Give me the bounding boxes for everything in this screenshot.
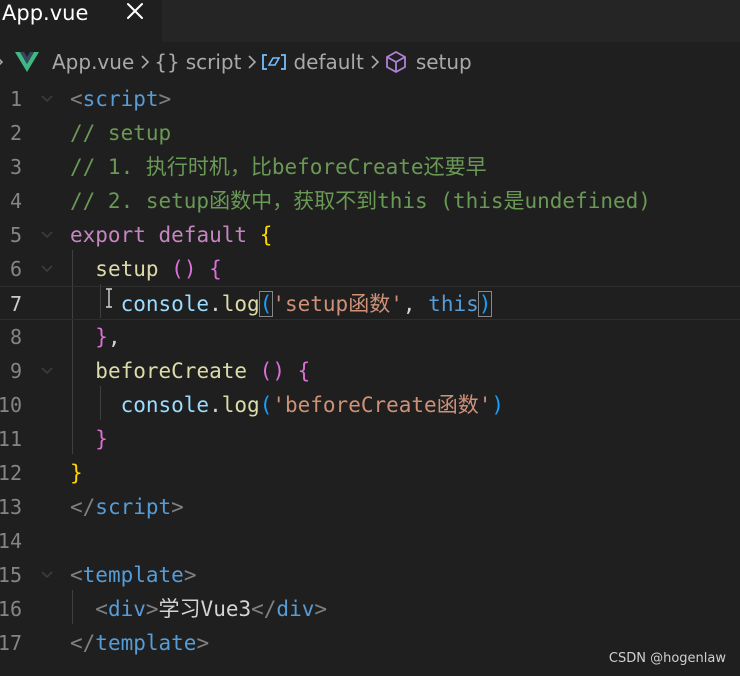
breadcrumb: App.vue {} script default setup bbox=[0, 42, 740, 82]
fold-chevron-icon[interactable] bbox=[40, 92, 54, 106]
vue-logo-icon bbox=[15, 52, 39, 72]
chevron-right-icon bbox=[140, 53, 150, 71]
line-number: 9 bbox=[9, 359, 22, 383]
code-line: 2 // setup bbox=[0, 116, 740, 150]
line-number: 13 bbox=[0, 495, 22, 519]
code-line: 5 export default { bbox=[0, 218, 740, 252]
line-number: 2 bbox=[9, 121, 22, 145]
line-number: 16 bbox=[0, 597, 22, 621]
line-number: 5 bbox=[9, 223, 22, 247]
line-number: 14 bbox=[0, 529, 22, 553]
code-line: 9 beforeCreate () { bbox=[0, 354, 740, 388]
code-text: }, bbox=[95, 325, 121, 349]
line-number: 15 bbox=[0, 563, 22, 587]
code-text: export default { bbox=[70, 223, 273, 247]
tab-title: App.vue bbox=[2, 1, 89, 25]
chevron-right-icon bbox=[247, 53, 257, 71]
code-text: console.log('setup函数', this) bbox=[120, 291, 493, 317]
line-number: 8 bbox=[9, 325, 22, 349]
cube-method-icon bbox=[385, 50, 406, 74]
line-number: 7 bbox=[9, 292, 22, 316]
code-comment: // 1. 执行时机，比beforeCreate还要早 bbox=[70, 155, 487, 179]
code-line: 12 } bbox=[0, 456, 740, 490]
fold-chevron-icon[interactable] bbox=[40, 364, 54, 378]
breadcrumb-item-setup[interactable]: setup bbox=[384, 50, 472, 74]
code-text: </script> bbox=[70, 495, 184, 519]
tab-app-vue[interactable]: App.vue bbox=[0, 0, 162, 42]
chevron-right-icon bbox=[370, 53, 380, 71]
breadcrumb-label: App.vue bbox=[52, 50, 135, 74]
code-line: 8 }, bbox=[0, 320, 740, 354]
code-text: setup () { bbox=[95, 257, 222, 281]
line-number: 17 bbox=[0, 631, 22, 655]
close-icon[interactable] bbox=[124, 0, 146, 22]
code-line: 3 // 1. 执行时机，比beforeCreate还要早 bbox=[0, 150, 740, 184]
code-text: <div>学习Vue3</div> bbox=[95, 597, 328, 621]
line-number: 10 bbox=[0, 393, 22, 417]
code-line: 4 // 2. setup函数中，获取不到this (this是undefine… bbox=[0, 184, 740, 218]
braces-icon: {} bbox=[154, 50, 180, 74]
breadcrumb-item-default[interactable]: default bbox=[261, 50, 364, 74]
breadcrumb-item-script[interactable]: {} script bbox=[154, 50, 241, 74]
chevron-right-icon bbox=[0, 53, 4, 71]
code-editor[interactable]: 1 <script> 2 // setup 3 // 1. 执行时机，比befo… bbox=[0, 82, 740, 676]
code-text: console.log('beforeCreate函数') bbox=[120, 393, 505, 417]
text-cursor-icon bbox=[106, 288, 112, 308]
code-line: 1 <script> bbox=[0, 82, 740, 116]
code-line: 16 <div>学习Vue3</div> bbox=[0, 592, 740, 626]
line-number: 11 bbox=[0, 427, 22, 451]
breadcrumb-item-file[interactable]: App.vue bbox=[14, 50, 134, 74]
line-number: 3 bbox=[9, 155, 22, 179]
fold-chevron-icon[interactable] bbox=[40, 228, 54, 242]
code-text: } bbox=[95, 427, 108, 451]
fold-chevron-icon[interactable] bbox=[40, 262, 54, 276]
line-number: 12 bbox=[0, 461, 22, 485]
code-line: 15 <template> bbox=[0, 558, 740, 592]
code-line: 13 </script> bbox=[0, 490, 740, 524]
breadcrumb-label: script bbox=[185, 50, 242, 74]
code-line: 10 console.log('beforeCreate函数') bbox=[0, 388, 740, 422]
code-line: 14 bbox=[0, 524, 740, 558]
line-number: 6 bbox=[9, 257, 22, 281]
editor-tab-bar: App.vue bbox=[0, 0, 740, 42]
code-text: <template> bbox=[70, 563, 197, 587]
code-line: 11 } bbox=[0, 422, 740, 456]
code-comment: // 2. setup函数中，获取不到this (this是undefined) bbox=[70, 189, 651, 213]
fold-chevron-icon[interactable] bbox=[40, 568, 54, 582]
code-text: </template> bbox=[70, 631, 210, 655]
variable-symbol-icon bbox=[262, 54, 287, 70]
code-comment: // setup bbox=[70, 121, 172, 145]
watermark: CSDN @hogenlaw bbox=[608, 651, 726, 666]
line-number: 4 bbox=[9, 189, 22, 213]
line-number: 1 bbox=[9, 87, 22, 111]
code-text: } bbox=[70, 461, 83, 485]
breadcrumb-label: setup bbox=[415, 50, 472, 74]
breadcrumb-label: default bbox=[293, 50, 364, 74]
code-text: <script> bbox=[70, 87, 172, 111]
code-text: beforeCreate () { bbox=[95, 359, 311, 383]
code-line: 6 setup () { bbox=[0, 252, 740, 286]
